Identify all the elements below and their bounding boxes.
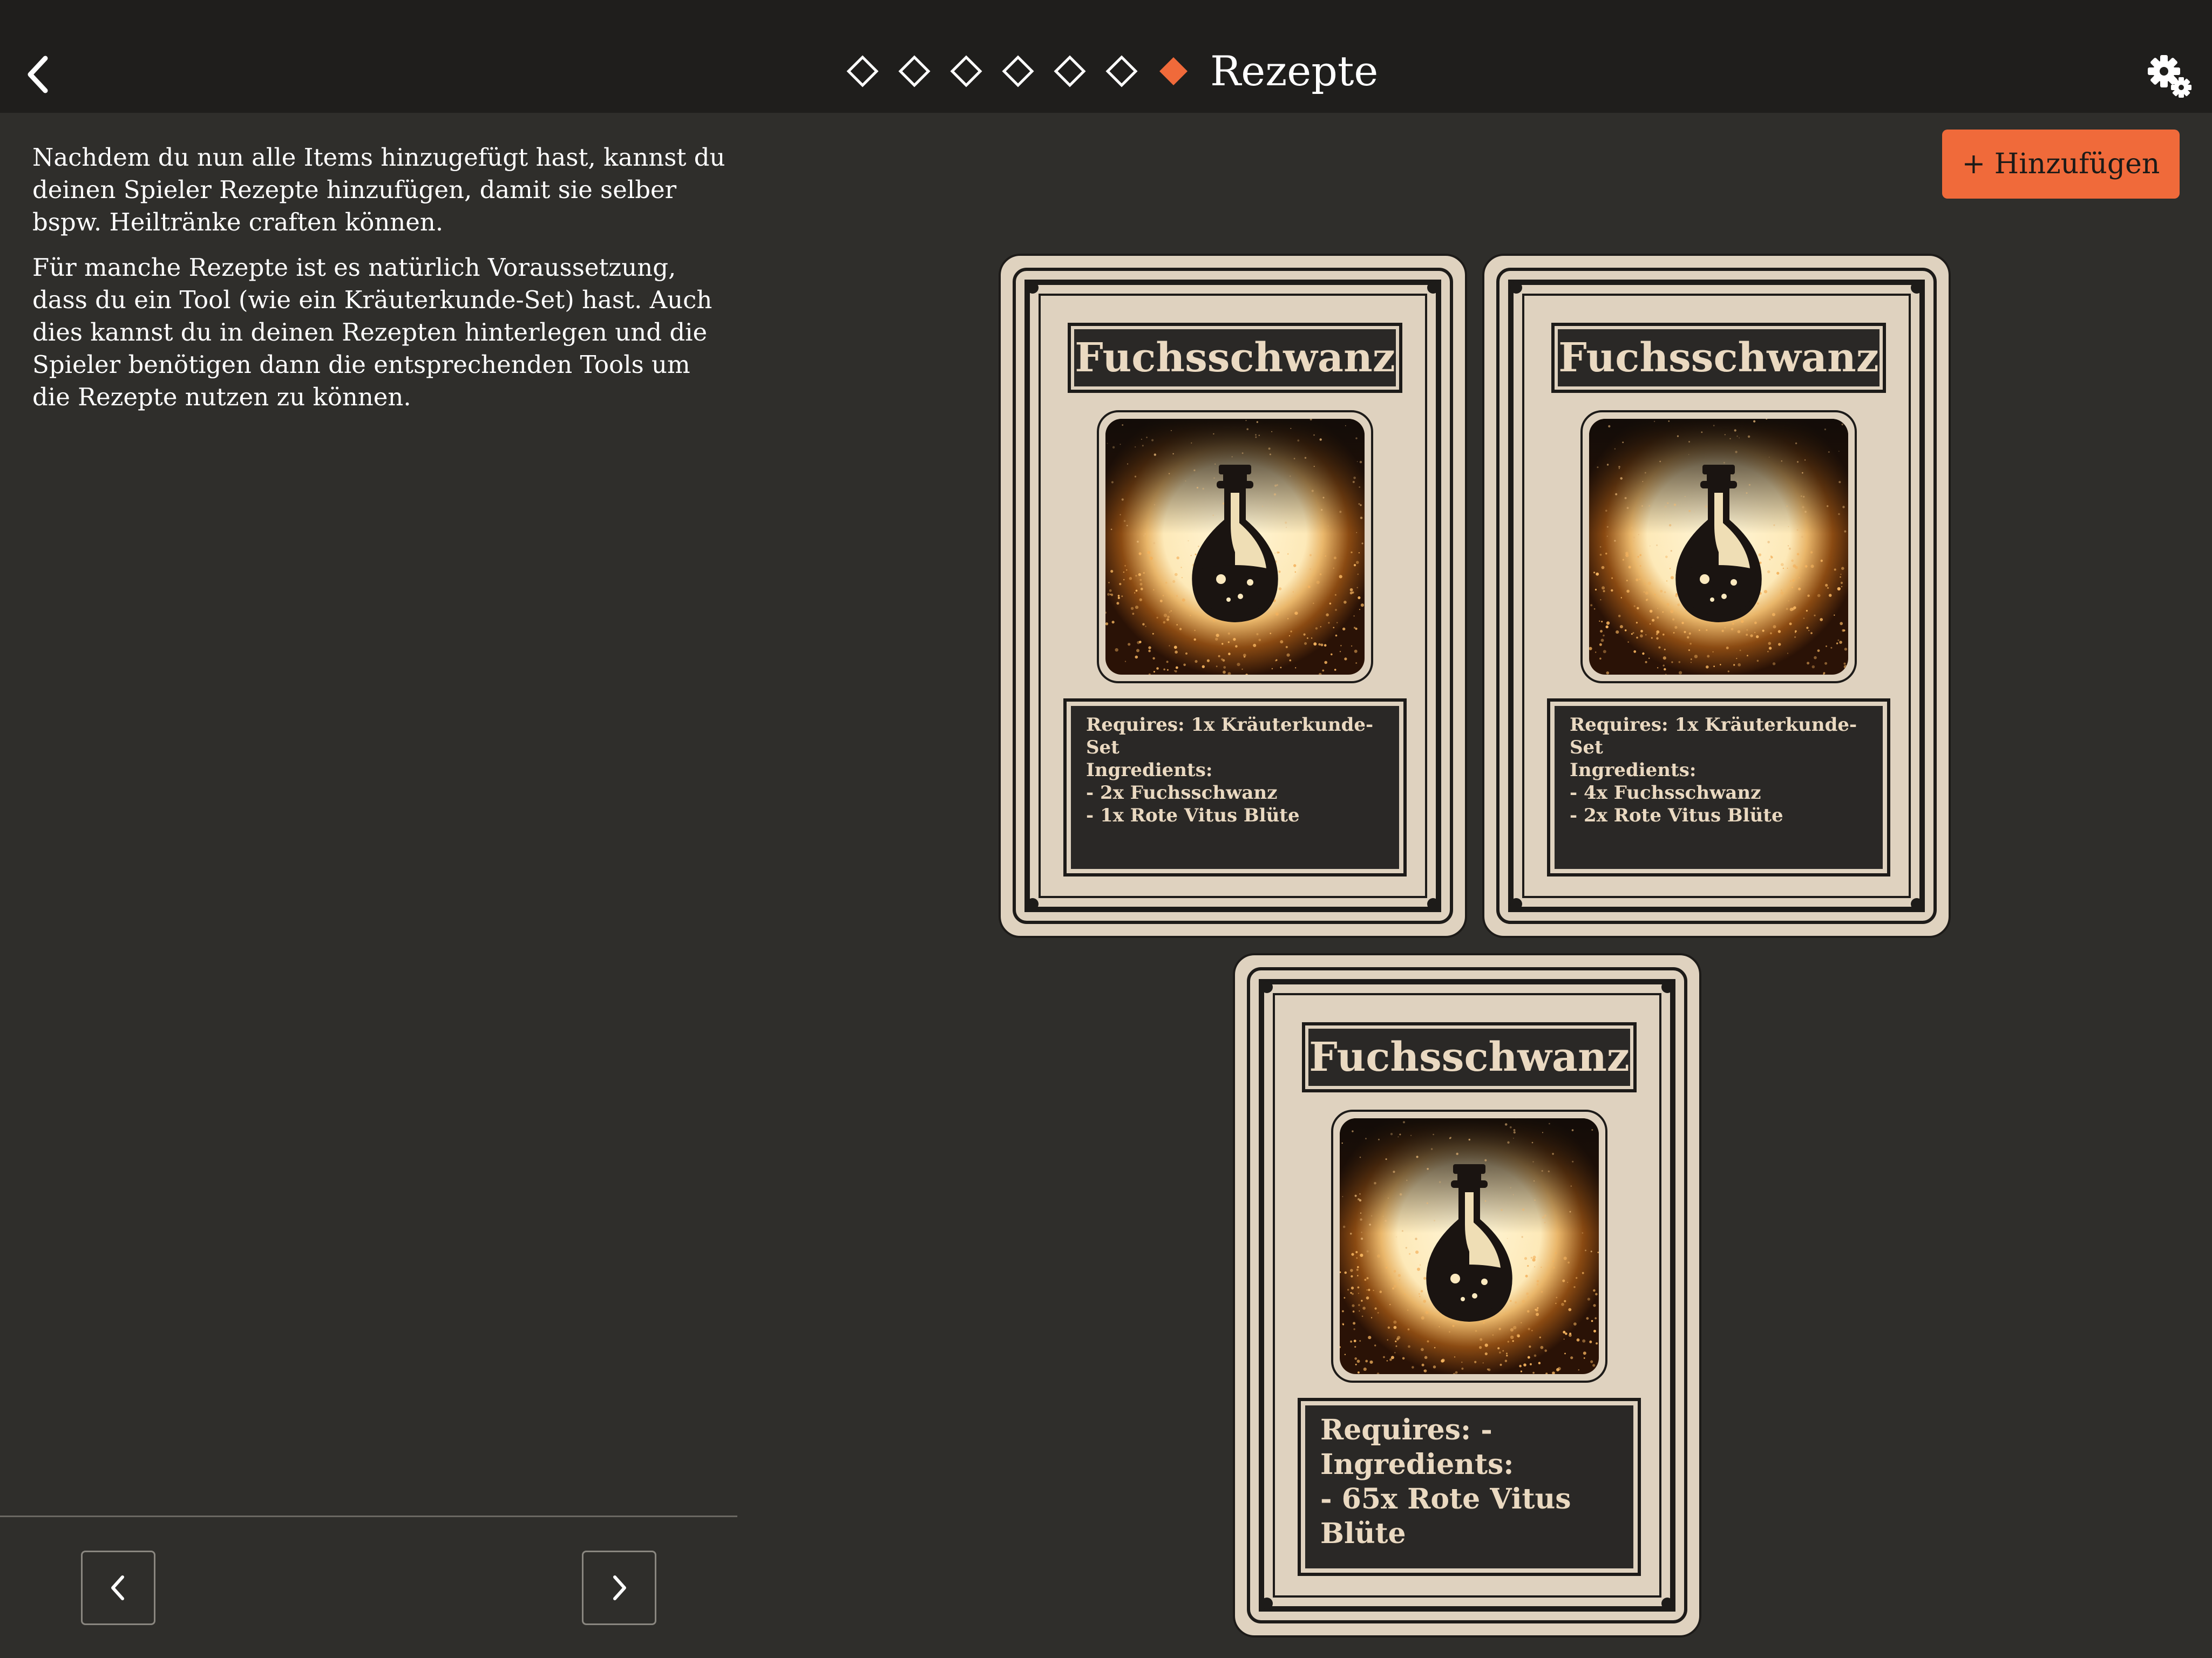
recipe-image (1580, 410, 1857, 683)
corner-rivet (1027, 282, 1039, 294)
chevron-left-icon (111, 1575, 124, 1600)
page-title: Rezepte (1210, 47, 1379, 95)
recipe-info-text: Requires: - Ingredients: - 65x Rote Vitus … (1305, 1405, 1633, 1568)
corner-rivet (1510, 282, 1522, 294)
instructions-paragraph-2: Für manche Rezepte ist es natürlich Vora… (32, 253, 713, 411)
recipe-info-line: - 65x Rote Vitus Blüte (1320, 1483, 1571, 1550)
step-3[interactable] (940, 44, 992, 98)
next-page-button[interactable] (582, 1551, 656, 1625)
chevron-right-icon (613, 1575, 626, 1600)
recipe-info-line: - 2x Rote Vitus Blüte (1570, 805, 1783, 826)
recipe-title: Fuchsschwanz (1558, 329, 1879, 386)
step-2[interactable] (888, 44, 940, 98)
recipe-image (1331, 1110, 1607, 1383)
recipe-title-box: Fuchsschwanz (1302, 1022, 1637, 1092)
diamond-filled-icon (1159, 57, 1188, 85)
settings-button[interactable] (2146, 52, 2194, 100)
recipe-info-line: - 1x Rote Vitus Blüte (1086, 805, 1300, 826)
corner-rivet (1261, 1598, 1273, 1609)
recipe-card[interactable]: Fuchsschwanz Requires: 1x Kräuterkunde-Se… (999, 254, 1467, 938)
recipe-info-box: Requires: 1x Kräuterkunde-Set Ingredients… (1063, 698, 1407, 876)
add-recipe-button[interactable]: + Hinzufügen (1942, 130, 2180, 199)
diamond-outline-icon (1054, 55, 1086, 87)
corner-rivet (1911, 282, 1923, 294)
corner-rivet (1911, 898, 1923, 910)
instructions-paragraph-1: Nachdem du nun alle Items hinzugefügt ha… (32, 143, 725, 236)
recipe-card[interactable]: Fuchsschwanz Requires: - Ingredients: - 65x… (1233, 953, 1701, 1637)
step-indicator: Rezepte (837, 44, 1378, 98)
potion-bottle-icon (1105, 419, 1365, 675)
corner-rivet (1027, 898, 1039, 910)
gears-icon (2148, 55, 2191, 98)
recipe-info-line: Requires: 1x Kräuterkunde-Set (1086, 714, 1374, 758)
recipe-info-line: Requires: - (1320, 1414, 1492, 1446)
diamond-outline-icon (950, 55, 982, 87)
step-1[interactable] (837, 44, 888, 98)
recipe-title: Fuchsschwanz (1308, 1029, 1630, 1086)
recipe-title: Fuchsschwanz (1074, 329, 1396, 386)
instructions-text: Nachdem du nun alle Items hinzugefügt ha… (32, 141, 734, 413)
recipe-info-line: Ingredients: (1086, 759, 1213, 781)
recipe-info-box: Requires: - Ingredients: - 65x Rote Vitus … (1298, 1398, 1641, 1576)
diamond-outline-icon (1002, 55, 1034, 87)
step-6[interactable] (1096, 44, 1148, 98)
corner-rivet (1661, 1598, 1673, 1609)
corner-rivet (1261, 981, 1273, 993)
recipe-info-text: Requires: 1x Kräuterkunde-Set Ingredients… (1555, 706, 1883, 869)
recipe-info-line: Requires: 1x Kräuterkunde-Set (1570, 714, 1857, 758)
recipe-info-box: Requires: 1x Kräuterkunde-Set Ingredients… (1547, 698, 1890, 876)
corner-rivet (1427, 282, 1439, 294)
recipe-info-text: Requires: 1x Kräuterkunde-Set Ingredients… (1071, 706, 1399, 869)
recipe-image (1097, 410, 1373, 683)
step-4[interactable] (992, 44, 1044, 98)
recipe-title-box: Fuchsschwanz (1551, 323, 1886, 393)
diamond-outline-icon (846, 55, 879, 87)
diamond-outline-icon (898, 55, 931, 87)
footer-divider (0, 1516, 737, 1517)
recipe-card[interactable]: Fuchsschwanz Requires: 1x Kräuterkunde-Se… (1482, 254, 1951, 938)
corner-rivet (1427, 898, 1439, 910)
chevron-left-icon (28, 56, 48, 93)
back-button[interactable] (22, 52, 54, 97)
step-5[interactable] (1044, 44, 1096, 98)
previous-page-button[interactable] (81, 1551, 155, 1625)
top-bar: Rezepte (0, 0, 2212, 113)
recipe-title-box: Fuchsschwanz (1068, 323, 1402, 393)
recipe-info-line: Ingredients: (1320, 1448, 1514, 1481)
recipe-info-line: Ingredients: (1570, 759, 1697, 781)
potion-bottle-icon (1340, 1118, 1599, 1374)
recipe-info-line: - 2x Fuchsschwanz (1086, 782, 1278, 804)
diamond-outline-icon (1105, 55, 1138, 87)
potion-bottle-icon (1589, 419, 1848, 675)
recipe-info-line: - 4x Fuchsschwanz (1570, 782, 1761, 804)
step-7-current[interactable] (1148, 44, 1199, 98)
corner-rivet (1510, 898, 1522, 910)
corner-rivet (1661, 981, 1673, 993)
